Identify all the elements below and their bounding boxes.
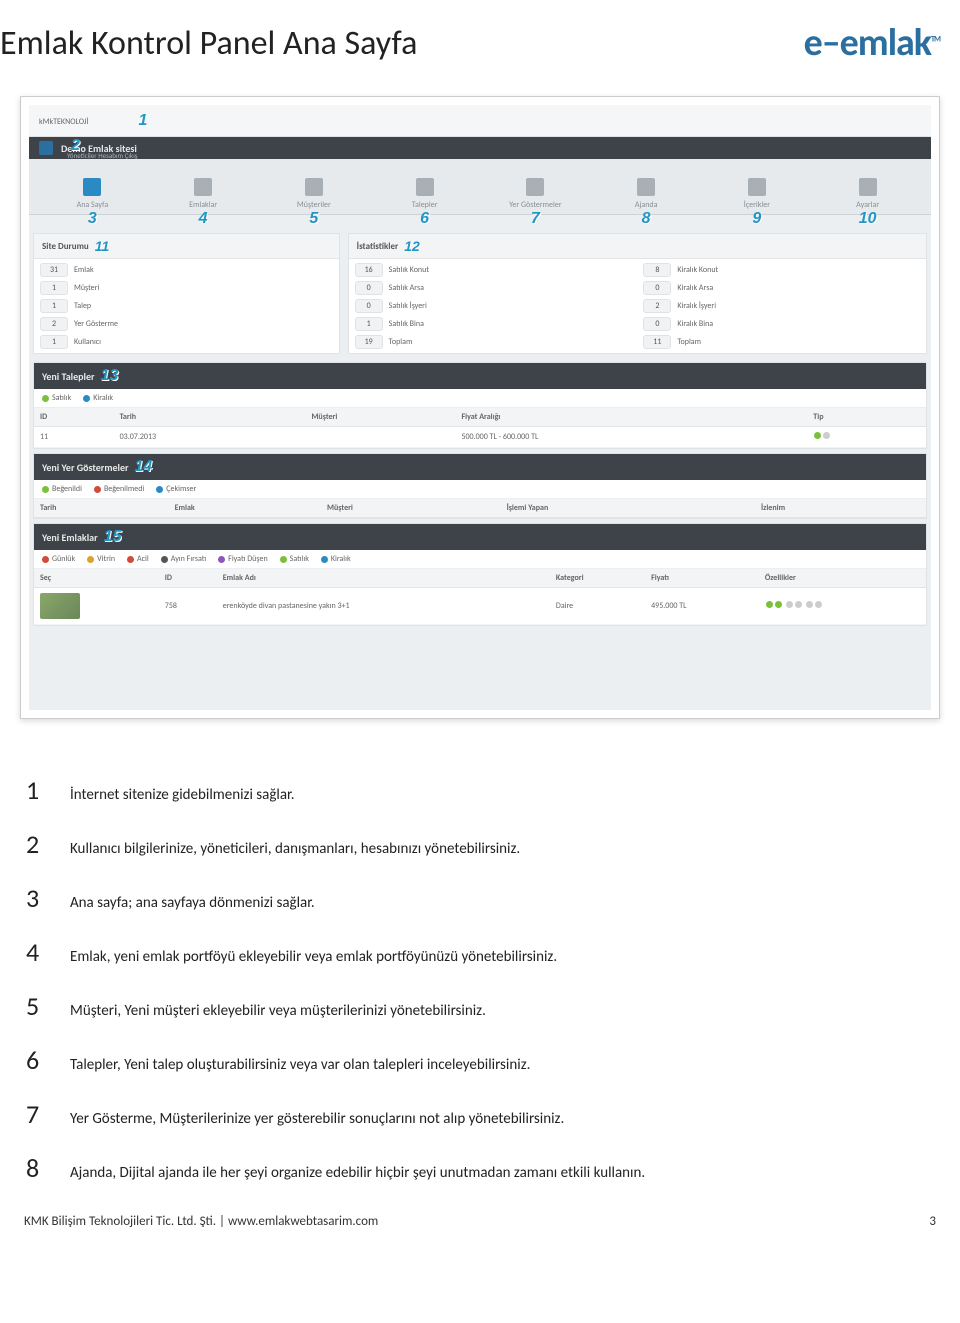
legend-kiralik: Kiralık: [83, 393, 113, 403]
callout-12: 12: [404, 238, 420, 254]
table-row[interactable]: 11 03.07.2013 500.000 TL - 600.000 TL: [34, 427, 926, 448]
home-icon[interactable]: [39, 141, 53, 155]
desc-item: 6Talepler, Yeni talep oluşturabilirsiniz…: [20, 1044, 940, 1076]
table-talepler: ID Tarih Müşteri Fiyat Aralığı Tip 11 03…: [34, 408, 926, 448]
callout-1: 1: [139, 112, 148, 130]
callout-13: 13: [101, 367, 119, 385]
nav-icerikler[interactable]: İçerikler9: [702, 178, 813, 214]
nav-musteriler[interactable]: Müşteriler5: [259, 178, 370, 214]
property-thumb: [40, 593, 80, 619]
desc-item: 3Ana sayfa; ana sayfaya dönmenizi sağlar…: [20, 882, 940, 914]
panel-istatistikler: İstatistikler12 16Satılık Konut 0Satılık…: [348, 233, 927, 354]
table-yer: Tarih Emlak Müşteri İşlemi Yapan İzlenim: [34, 499, 926, 518]
page-number: 3: [929, 1214, 936, 1229]
main-nav: Ana Sayfa3 Emlaklar4 Müşteriler5 Taleple…: [29, 159, 931, 215]
screenshot-frame: kMkTEKNOLOJİ 1 Demo Emlak sitesi 2 Yönet…: [20, 96, 940, 719]
document-icon: [748, 178, 766, 196]
buildings-icon: [194, 178, 212, 196]
panel-yeni-emlaklar: Yeni Emlaklar15 Günlük Vitrin Acil Ayın …: [33, 523, 927, 626]
home-icon: [83, 178, 101, 196]
calendar-icon: [637, 178, 655, 196]
clipboard-icon: [416, 178, 434, 196]
nav-ajanda[interactable]: Ajanda8: [591, 178, 702, 214]
desc-item: 4Emlak, yeni emlak portföyü ekleyebilir …: [20, 936, 940, 968]
callout-15: 15: [104, 528, 122, 546]
stat-row: 31Emlak: [34, 261, 339, 279]
panel-site-durumu: Site Durumu11 31Emlak 1Müşteri 1Talep 2Y…: [33, 233, 340, 354]
nav-yer[interactable]: Yer Göstermeler7: [480, 178, 591, 214]
panel-yeni-talepler: Yeni Talepler13 Satılık Kiralık ID Tarih…: [33, 362, 927, 449]
gear-icon: [859, 178, 877, 196]
legend-satilik: Satılık: [42, 393, 71, 403]
desc-item: 1İnternet sitenize gidebilmenizi sağlar.: [20, 774, 940, 806]
callout-14: 14: [135, 458, 153, 476]
globe-icon: [526, 178, 544, 196]
desc-item: 8Ajanda, Dijital ajanda ile her şeyi org…: [20, 1152, 940, 1184]
footer-text: KMK Bilişim Teknolojileri Tic. Ltd. Şti.…: [24, 1214, 378, 1229]
callout-11: 11: [95, 238, 110, 254]
stat-row: 1Talep: [34, 297, 339, 315]
page-title: Emlak Kontrol Panel Ana Sayfa: [0, 23, 417, 64]
page-footer: KMK Bilişim Teknolojileri Tic. Ltd. Şti.…: [20, 1214, 940, 1239]
desc-item: 5Müşteri, Yeni müşteri ekleyebilir veya …: [20, 990, 940, 1022]
panel-yeni-yer: Yeni Yer Göstermeler14 Beğenildi Beğenil…: [33, 453, 927, 519]
nav-emlaklar[interactable]: Emlaklar4: [148, 178, 259, 214]
desc-item: 2Kullanıcı bilgilerinize, yöneticileri, …: [20, 828, 940, 860]
table-row[interactable]: 758 erenköyde divan pastanesine yakın 3+…: [34, 588, 926, 625]
users-icon: [305, 178, 323, 196]
brand-logo: e–emlakTM: [804, 20, 940, 66]
desc-item: 7Yer Gösterme, Müşterilerinize yer göste…: [20, 1098, 940, 1130]
description-list: 1İnternet sitenize gidebilmenizi sağlar.…: [20, 774, 940, 1184]
stat-row: 2Yer Gösterme: [34, 315, 339, 333]
nav-ayarlar[interactable]: Ayarlar10: [812, 178, 923, 214]
kmk-logo: kMkTEKNOLOJİ: [39, 113, 89, 128]
stat-row: 1Kullanıcı: [34, 333, 339, 351]
stat-row: 1Müşteri: [34, 279, 339, 297]
table-emlaklar: Seç ID Emlak Adı Kategori Fiyatı Özellik…: [34, 569, 926, 625]
nav-anasayfa[interactable]: Ana Sayfa3: [37, 178, 148, 214]
app-topbar: kMkTEKNOLOJİ 1: [29, 105, 931, 137]
nav-talepler[interactable]: Talepler6: [369, 178, 480, 214]
site-title-bar: Demo Emlak sitesi 2 Yöneticiler Hesabım …: [29, 137, 931, 159]
